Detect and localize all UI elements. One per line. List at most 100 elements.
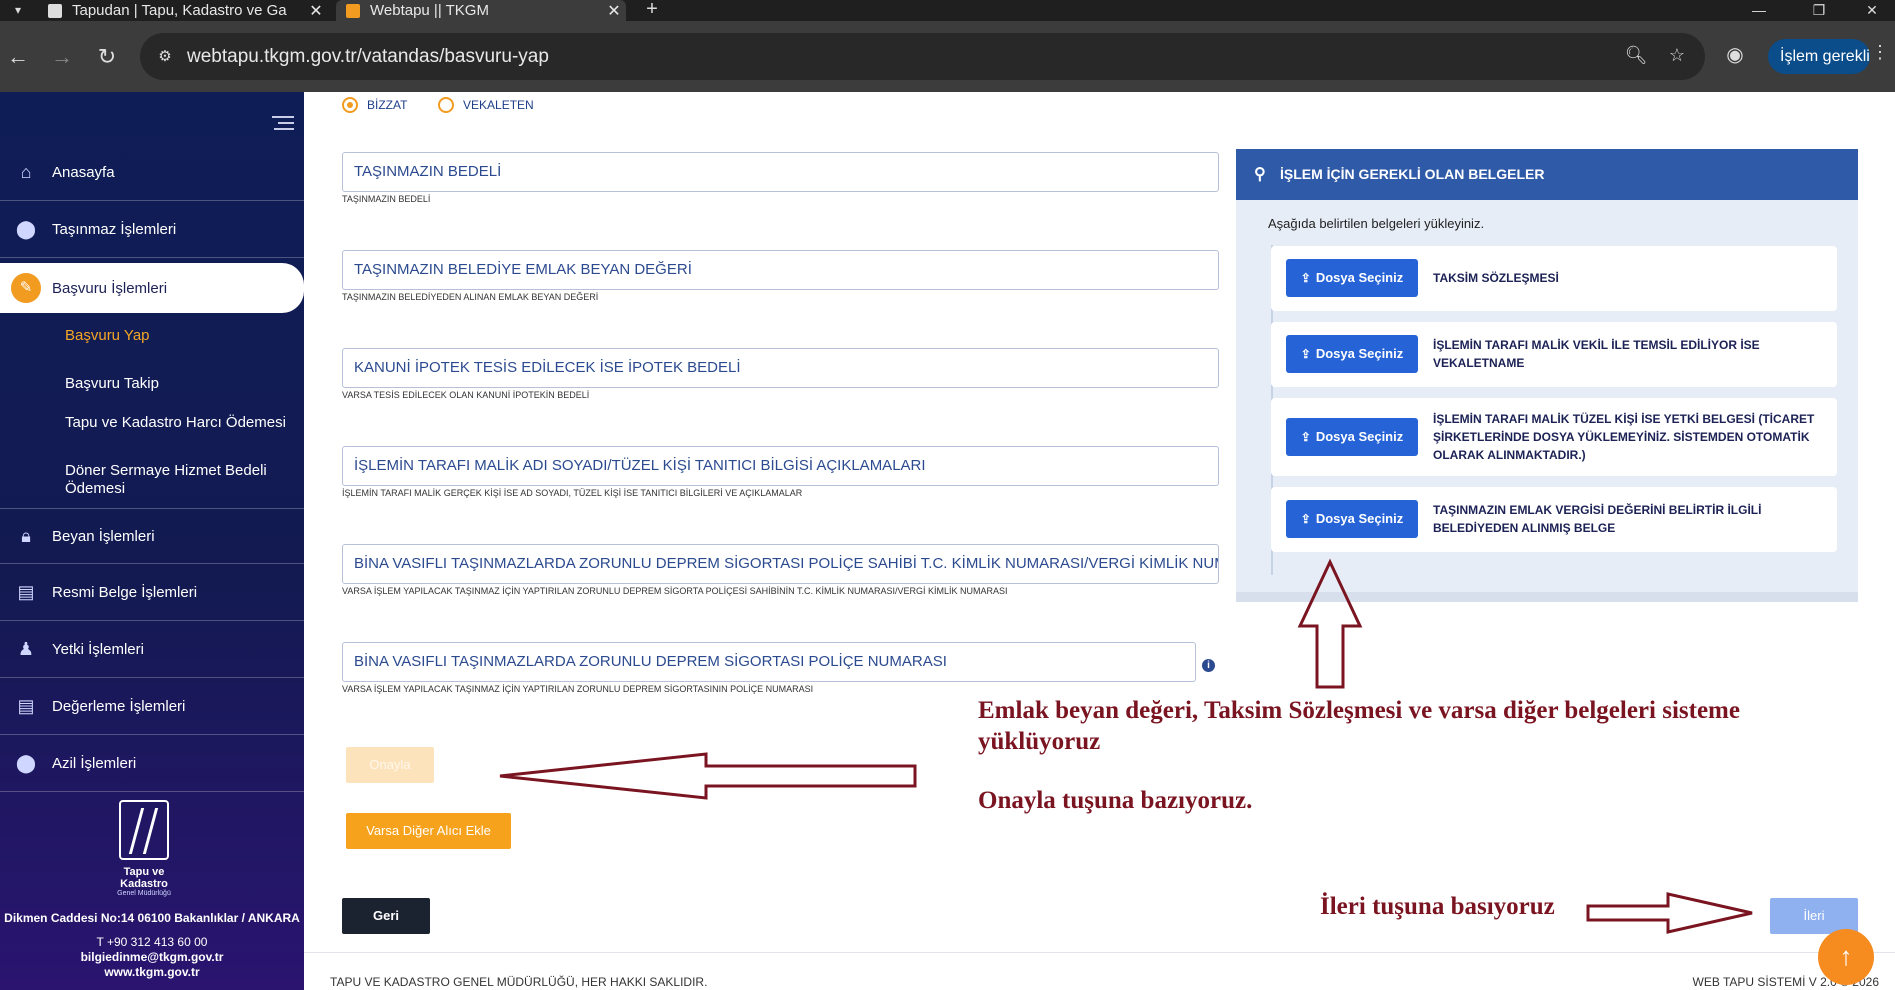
tkgm-logo: Tapu ve Kadastro Genel Müdürlüğü <box>100 800 188 897</box>
radio-bizzat[interactable]: BİZZAT <box>342 97 407 113</box>
malik-bilgisi-input[interactable]: İŞLEMİN TARAFI MALİK ADI SOYADI/TÜZEL Kİ… <box>342 446 1219 486</box>
footer-copyright: TAPU VE KADASTRO GENEL MÜDÜRLÜĞÜ, HER HA… <box>330 975 708 989</box>
sidebar-subitem-basvuru-yap[interactable]: Başvuru Yap <box>65 327 290 345</box>
choose-file-label: Dosya Seçiniz <box>1315 270 1404 285</box>
lock-icon: 🔒︎ <box>21 525 31 546</box>
reload-icon[interactable]: ↻ <box>93 43 121 71</box>
document-label: İŞLEMİN TARAFI MALİK TÜZEL KİŞİ İSE YETK… <box>1433 412 1815 462</box>
close-tab-icon[interactable]: ✕ <box>304 1 328 21</box>
page-footer: TAPU VE KADASTRO GENEL MÜDÜRLÜĞÜ, HER HA… <box>304 952 1895 990</box>
document-icon: ▤ <box>17 696 35 716</box>
sidebar-item-label: Başvuru İşlemleri <box>52 279 168 297</box>
zoom-icon[interactable]: 🔍︎ <box>1623 45 1649 69</box>
sidebar-item-anasayfa[interactable]: ⌂ Anasayfa <box>0 145 304 201</box>
field-hint: TAŞINMAZIN BELEDİYEDEN ALINAN EMLAK BEYA… <box>342 292 599 302</box>
documents-panel-footer <box>1236 592 1858 602</box>
info-icon[interactable]: i <box>1202 659 1215 672</box>
site-settings-icon[interactable]: ⚙ <box>150 42 180 72</box>
deprem-police-no-input[interactable]: BİNA VASIFLI TAŞINMAZLARDA ZORUNLU DEPRE… <box>342 642 1196 682</box>
sidebar-item-beyan[interactable]: 🔒︎ Beyan İşlemleri <box>0 508 304 564</box>
required-documents-panel: ⚲ İŞLEM İÇİN GEREKLİ OLAN BELGELER Aşağıd… <box>1236 149 1858 602</box>
choose-file-button[interactable]: ⇪ Dosya Seçiniz <box>1286 500 1418 538</box>
address-bar[interactable]: ⚙ webtapu.tkgm.gov.tr/vatandas/basvuru-y… <box>140 33 1705 80</box>
radio-unselected-icon <box>438 97 454 113</box>
home-icon: ⌂ <box>20 162 32 182</box>
field-hint: VARSA TESİS EDİLECEK OLAN KANUNİ İPOTEKİ… <box>342 390 590 400</box>
document-item: ⇪ Dosya Seçiniz İŞLEMİN TARAFI MALİK TÜZE… <box>1271 398 1837 476</box>
sidebar-item-tasinmaz[interactable]: ⬤ Taşınmaz İşlemleri <box>0 202 304 258</box>
tkgm-logo-mark <box>119 800 169 860</box>
choose-file-button[interactable]: ⇪ Dosya Seçiniz <box>1286 418 1418 456</box>
document-item: ⇪ Dosya Seçiniz TAKSİM SÖZLEŞMESİ <box>1271 246 1837 311</box>
choose-file-label: Dosya Seçiniz <box>1315 511 1404 526</box>
documents-intro: Aşağıda belirtilen belgeleri yükleyiniz. <box>1268 216 1485 231</box>
close-tab-icon[interactable]: ✕ <box>602 1 626 21</box>
choose-file-label: Dosya Seçiniz <box>1315 346 1404 361</box>
sidebar-subitem-harc-odemesi[interactable]: Tapu ve Kadastro Harcı Ödemesi <box>65 414 290 432</box>
site-favicon-icon <box>346 3 360 18</box>
onayla-button[interactable]: Onayla <box>346 747 434 783</box>
deprem-police-sahibi-input[interactable]: BİNA VASIFLI TAŞINMAZLARDA ZORUNLU DEPRE… <box>342 544 1219 584</box>
upload-file-icon: ⇪ <box>1300 512 1311 526</box>
browser-tab-2[interactable]: Webtapu || TKGM ✕ <box>336 0 626 21</box>
tab-title: Tapudan | Tapu, Kadastro ve Ga <box>72 2 287 19</box>
sidebar-item-label: Anasayfa <box>52 164 115 181</box>
radio-label: BİZZAT <box>367 98 408 112</box>
sidebar-item-label: Yetki İşlemleri <box>52 641 144 658</box>
emlak-beyan-degeri-input[interactable]: TAŞINMAZIN BELEDİYE EMLAK BEYAN DEĞERİ <box>342 250 1219 290</box>
sidebar-item-azil[interactable]: ⬤ Azil İşlemleri <box>0 736 304 792</box>
sidebar-item-label: Değerleme İşlemleri <box>52 698 186 715</box>
contact-web[interactable]: www.tkgm.gov.tr <box>0 965 304 979</box>
browser-tab-1[interactable]: Tapudan | Tapu, Kadastro ve Ga ✕ <box>38 0 328 21</box>
contact-email[interactable]: bilgiedinme@tkgm.gov.tr <box>0 950 304 964</box>
close-window-icon[interactable]: ✕ <box>1848 0 1895 21</box>
maximize-icon[interactable]: ❐ <box>1795 0 1843 21</box>
browser-menu-icon[interactable]: ⋮ <box>1870 42 1890 70</box>
tab-search-icon[interactable]: ▾ <box>6 0 30 21</box>
user-icon: ♟ <box>17 639 35 659</box>
sidebar-item-label: Beyan İşlemleri <box>52 527 155 545</box>
tab-title: Webtapu || TKGM <box>370 2 489 19</box>
tasinmaz-bedeli-input[interactable]: TAŞINMAZIN BEDELİ <box>342 152 1219 192</box>
field-hint: İŞLEMİN TARAFI MALİK GERÇEK KİŞİ İSE AD … <box>342 488 803 498</box>
forward-icon[interactable]: → <box>48 43 76 71</box>
action-required-button[interactable]: İşlem gerekli <box>1768 39 1870 74</box>
sidebar-item-label: Taşınmaz İşlemleri <box>52 221 177 238</box>
back-icon[interactable]: ← <box>4 43 32 71</box>
minimize-icon[interactable]: — <box>1735 0 1783 21</box>
url-text[interactable]: webtapu.tkgm.gov.tr/vatandas/basvuru-yap <box>187 46 549 68</box>
sidebar: ⌂ Anasayfa ⬤ Taşınmaz İşlemleri ✎ Başvur… <box>0 92 304 990</box>
document-item: ⇪ Dosya Seçiniz TAŞINMAZIN EMLAK VERGİSİ … <box>1271 487 1837 552</box>
annotation-ileri-note: İleri tuşuna basıyoruz <box>1320 893 1555 920</box>
radio-label: VEKALETEN <box>463 98 534 112</box>
edit-icon: ✎ <box>0 273 52 303</box>
choose-file-button[interactable]: ⇪ Dosya Seçiniz <box>1286 259 1418 297</box>
sidebar-subitem-doner-sermaye[interactable]: Döner Sermaye Hizmet Bedeli Ödemesi <box>65 462 290 498</box>
ipotek-bedeli-input[interactable]: KANUNİ İPOTEK TESİS EDİLECEK İSE İPOTEK … <box>342 348 1219 388</box>
add-buyer-button[interactable]: Varsa Diğer Alıcı Ekle <box>346 813 511 849</box>
menu-toggle-icon[interactable] <box>272 116 294 132</box>
map-pin-icon: ⬤ <box>15 753 37 773</box>
sidebar-item-basvuru[interactable]: ✎ Başvuru İşlemleri <box>0 263 304 313</box>
sidebar-subitem-basvuru-takip[interactable]: Başvuru Takip <box>65 375 290 393</box>
site-favicon-icon <box>48 3 62 18</box>
document-label: İŞLEMİN TARAFI MALİK VEKİL İLE TEMSİL ED… <box>1433 338 1760 370</box>
scroll-to-top-button[interactable]: ↑ <box>1818 929 1874 985</box>
logo-subtitle: Genel Müdürlüğü <box>117 890 171 897</box>
document-label: TAKSİM SÖZLEŞMESİ <box>1433 271 1559 285</box>
new-tab-icon[interactable]: + <box>640 0 664 21</box>
choose-file-button[interactable]: ⇪ Dosya Seçiniz <box>1286 335 1418 373</box>
geri-button[interactable]: Geri <box>342 898 430 934</box>
sidebar-item-resmi-belge[interactable]: ▤ Resmi Belge İşlemleri <box>0 565 304 621</box>
document-label: TAŞINMAZIN EMLAK VERGİSİ DEĞERİNİ BELİRT… <box>1433 503 1762 535</box>
profile-icon[interactable]: ◉ <box>1722 42 1748 68</box>
contact-phone: T +90 312 413 60 00 <box>96 935 208 949</box>
document-icon: ▤ <box>17 582 35 602</box>
bookmark-star-icon[interactable]: ☆ <box>1664 45 1690 69</box>
sidebar-item-yetki[interactable]: ♟ Yetki İşlemleri <box>0 622 304 678</box>
field-hint: VARSA İŞLEM YAPILACAK TAŞINMAZ İÇİN YAPT… <box>342 586 1008 596</box>
sidebar-item-degerleme[interactable]: ▤ Değerleme İşlemleri <box>0 679 304 735</box>
map-pin-icon: ⬤ <box>15 219 37 239</box>
radio-vekaleten[interactable]: VEKALETEN <box>438 97 534 113</box>
radio-selected-icon <box>342 97 358 113</box>
